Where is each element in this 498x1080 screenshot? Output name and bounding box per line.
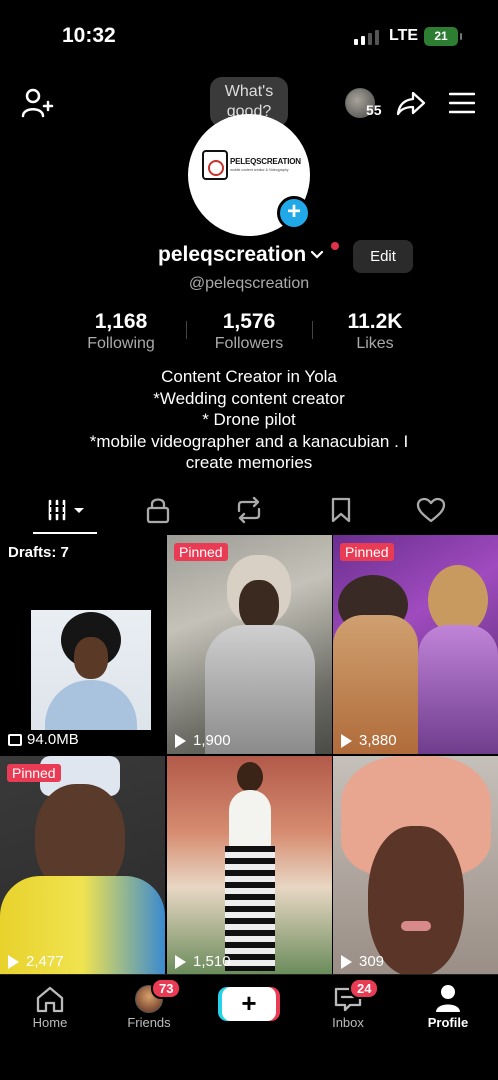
bio-line: *mobile videographer and a kanacubian . … [89,431,409,451]
bio-line: * Drone pilot [202,410,296,429]
stat-value: 1,168 [94,310,148,333]
username[interactable]: peleqscreation [158,243,306,267]
profile-viewers-count[interactable]: 55 [366,102,382,118]
friends-badge: 73 [151,978,182,999]
view-count-value: 3,880 [359,732,397,749]
view-count: 2,477 [8,953,64,970]
bottom-nav: Home Friends 73 + Inbox 24 Profile [0,974,498,1080]
network-label: LTE [389,27,419,44]
add-user-icon[interactable] [20,86,54,120]
battery-level: 21 [434,29,448,43]
notification-dot [331,242,339,250]
video-tile[interactable]: Pinned 2,477 [0,756,165,975]
divider [186,321,187,339]
inbox-badge: 24 [349,978,380,999]
stat-value: 1,576 [222,310,276,333]
share-icon[interactable] [396,88,426,118]
camera-logo-icon [202,150,228,180]
view-count-value: 309 [359,953,385,970]
profile-bio: Content Creator in Yola *Wedding content… [40,366,458,474]
add-story-button[interactable]: + [277,196,311,230]
plus-icon: + [241,988,257,1018]
home-icon [36,986,64,1013]
nav-label: Friends [127,1015,171,1030]
pinned-badge: Pinned [174,543,228,561]
video-tile[interactable]: 309 [333,756,498,975]
content-tabs [0,486,498,534]
view-count-value: 1,900 [193,732,231,749]
view-count-value: 2,477 [26,953,64,970]
stat-label: Following [87,335,155,352]
view-count: 1,510 [175,953,231,970]
nav-label: Profile [427,1015,469,1030]
drafts-label: Drafts: 7 [8,544,69,561]
pinned-badge: Pinned [7,764,61,782]
play-icon [341,733,352,748]
drafts-size-value: 94.0MB [27,731,79,748]
stat-label: Likes [356,335,394,352]
play-icon [341,954,352,969]
play-icon [175,733,186,748]
drafts-icon [8,733,22,746]
view-count-value: 1,510 [193,953,231,970]
draft-thumbnail [31,610,151,730]
username-row[interactable]: peleqscreation [158,243,324,267]
profile-stats: 1,168 Following 1,576 Followers 11.2K Li… [0,310,498,354]
video-tile[interactable]: Pinned 1,900 [167,535,332,754]
menu-icon[interactable] [449,92,475,114]
video-tile[interactable]: 1,510 [167,756,332,975]
stat-following[interactable]: 1,168 Following [61,310,181,353]
nav-label: Home [32,1015,68,1030]
user-handle: @peleqscreation [188,275,310,292]
repost-icon[interactable] [234,496,264,524]
view-count: 1,900 [175,732,231,749]
lock-icon[interactable] [143,496,173,524]
drafts-tile[interactable]: Drafts: 7 94.0MB [0,535,165,754]
logo-text: PELEQSCREATION [230,157,301,166]
play-icon [8,954,19,969]
create-button[interactable]: + [222,987,276,1021]
stat-label: Followers [214,335,284,352]
video-tile[interactable]: Pinned 3,880 [333,535,498,754]
bio-line: *Wedding content creator [153,388,345,408]
logo-subtitle: mobile content creator & Videography [230,168,289,172]
view-count: 3,880 [341,732,397,749]
stat-likes[interactable]: 11.2K Likes [315,310,435,353]
drafts-size: 94.0MB [8,731,79,748]
clock: 10:32 [62,24,116,47]
signal-icon [354,30,379,45]
divider [312,321,313,339]
active-tab-indicator [33,532,97,534]
bookmark-icon[interactable] [326,496,356,524]
bio-line: create memories [185,453,313,472]
heart-icon[interactable] [416,496,446,524]
nav-label: Inbox [332,1015,364,1030]
chevron-down-icon[interactable] [310,248,324,262]
stat-value: 11.2K [347,310,403,333]
edit-profile-button[interactable]: Edit [353,240,413,273]
battery-icon: 21 [424,27,462,46]
pinned-badge: Pinned [340,543,394,561]
play-icon [175,954,186,969]
stat-followers[interactable]: 1,576 Followers [189,310,309,353]
videos-grid-icon[interactable] [46,496,90,524]
profile-icon [436,985,460,1012]
status-bar: 10:32 LTE 21 [0,0,498,70]
bio-line: Content Creator in Yola [161,367,337,386]
video-grid: Drafts: 7 94.0MB Pinned 1,900 Pinned 3,8… [0,535,498,975]
view-count: 309 [341,953,384,970]
